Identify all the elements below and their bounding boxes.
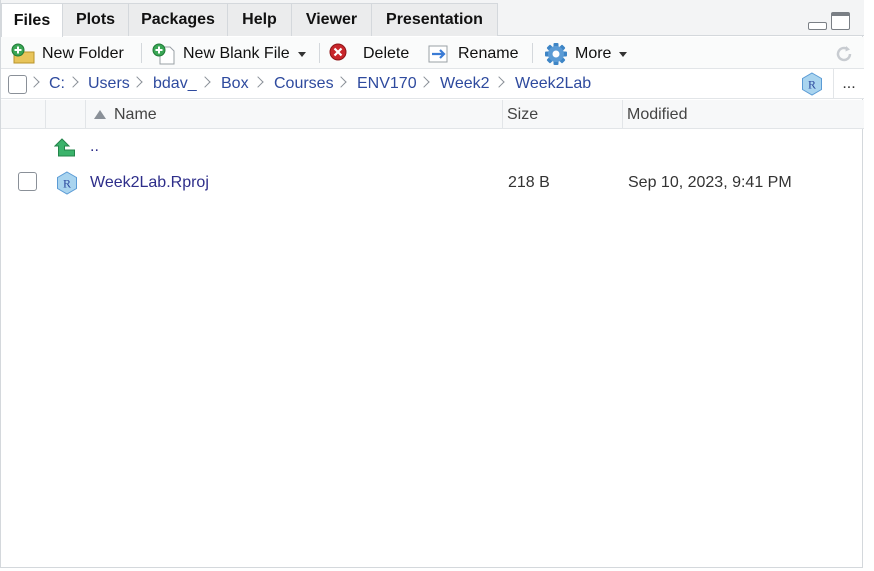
gear-icon	[545, 43, 567, 65]
breadcrumb-separator-icon	[418, 76, 430, 88]
svg-text:R: R	[808, 78, 816, 92]
tab-files[interactable]: Files	[1, 3, 63, 37]
refresh-icon	[836, 46, 852, 62]
tab-label: Presentation	[386, 11, 483, 28]
files-toolbar: New Folder New Blank File Delete Rename …	[1, 37, 864, 69]
new-folder-icon	[11, 43, 35, 64]
row-checkbox[interactable]	[18, 172, 37, 191]
select-all-checkbox[interactable]	[8, 75, 27, 94]
files-pane: Files Plots Packages Help Viewer Present…	[0, 0, 864, 568]
sort-ascending-icon	[94, 110, 106, 119]
breadcrumb-item[interactable]: Week2Lab	[515, 75, 591, 93]
tab-label: Packages	[141, 11, 215, 28]
tab-presentation[interactable]: Presentation	[371, 3, 498, 36]
file-size: 218 B	[508, 174, 550, 191]
header-icon-column	[45, 100, 85, 129]
breadcrumb-separator-icon	[199, 76, 211, 88]
project-icon[interactable]: R	[800, 72, 824, 101]
toolbar-divider	[141, 43, 142, 63]
rproj-file-icon: R	[55, 166, 79, 200]
breadcrumb-item[interactable]: Week2	[440, 75, 490, 93]
tab-help[interactable]: Help	[227, 3, 292, 36]
tab-plots[interactable]: Plots	[62, 3, 129, 36]
header-name-label: Name	[114, 105, 157, 123]
header-modified[interactable]: Modified	[622, 100, 864, 129]
breadcrumb-item[interactable]: Users	[88, 75, 130, 93]
breadcrumb: C: Users bdav_ Box Courses ENV170 Week2 …	[1, 69, 864, 99]
breadcrumb-separator-icon	[252, 76, 264, 88]
parent-directory-row[interactable]: ..	[1, 130, 864, 164]
breadcrumb-overflow-button[interactable]: ...	[833, 69, 864, 98]
rename-button[interactable]: Rename	[428, 41, 518, 67]
new-blank-file-label: New Blank File	[183, 45, 290, 62]
breadcrumb-separator-icon	[493, 76, 505, 88]
header-size-label: Size	[507, 105, 539, 123]
header-name[interactable]: Name	[85, 100, 503, 129]
table-row: R Week2Lab.Rproj 218 B Sep 10, 2023, 9:4…	[1, 166, 864, 200]
header-size[interactable]: Size	[502, 100, 623, 129]
rename-icon	[428, 45, 448, 63]
breadcrumb-item[interactable]: bdav_	[153, 75, 197, 93]
tab-bar: Files Plots Packages Help Viewer Present…	[1, 0, 864, 37]
breadcrumb-item[interactable]: C:	[49, 75, 65, 93]
tab-label: Files	[13, 11, 51, 29]
file-list-header: Name Size Modified	[1, 100, 864, 129]
toolbar-divider	[532, 43, 533, 63]
new-file-icon	[152, 43, 175, 65]
new-folder-button[interactable]: New Folder	[10, 41, 124, 67]
delete-icon	[329, 43, 347, 61]
more-button[interactable]: More	[544, 41, 628, 67]
maximize-icon[interactable]	[831, 12, 850, 30]
file-modified: Sep 10, 2023, 9:41 PM	[628, 174, 792, 191]
header-modified-label: Modified	[627, 105, 688, 123]
dropdown-caret-icon	[619, 51, 628, 57]
tab-viewer[interactable]: Viewer	[291, 3, 372, 36]
new-folder-label: New Folder	[42, 45, 124, 62]
breadcrumb-separator-icon	[131, 76, 143, 88]
refresh-button[interactable]	[833, 41, 855, 67]
rename-label: Rename	[458, 45, 519, 62]
minimize-icon[interactable]	[808, 22, 827, 30]
dropdown-caret-icon	[297, 51, 306, 57]
overflow-label: ...	[842, 74, 856, 92]
delete-label: Delete	[363, 45, 410, 62]
file-name-link[interactable]: Week2Lab.Rproj	[90, 174, 209, 192]
parent-directory-link[interactable]: ..	[90, 138, 99, 156]
tab-packages[interactable]: Packages	[128, 3, 228, 36]
window-controls	[808, 12, 850, 30]
breadcrumb-item[interactable]: ENV170	[357, 75, 417, 93]
tab-label: Plots	[75, 11, 116, 28]
breadcrumb-item[interactable]: Courses	[274, 75, 334, 93]
more-label: More	[575, 45, 612, 62]
toolbar-divider	[319, 43, 320, 63]
breadcrumb-separator-icon	[67, 76, 79, 88]
new-blank-file-button[interactable]: New Blank File	[151, 41, 306, 67]
go-up-icon[interactable]	[54, 130, 78, 164]
tab-label: Help	[242, 11, 277, 28]
svg-text:R: R	[63, 177, 71, 191]
tab-label: Viewer	[305, 11, 358, 28]
delete-button[interactable]: Delete	[329, 41, 409, 67]
breadcrumb-separator-icon	[335, 76, 347, 88]
breadcrumb-separator-icon	[28, 76, 40, 88]
breadcrumb-item[interactable]: Box	[221, 75, 249, 93]
